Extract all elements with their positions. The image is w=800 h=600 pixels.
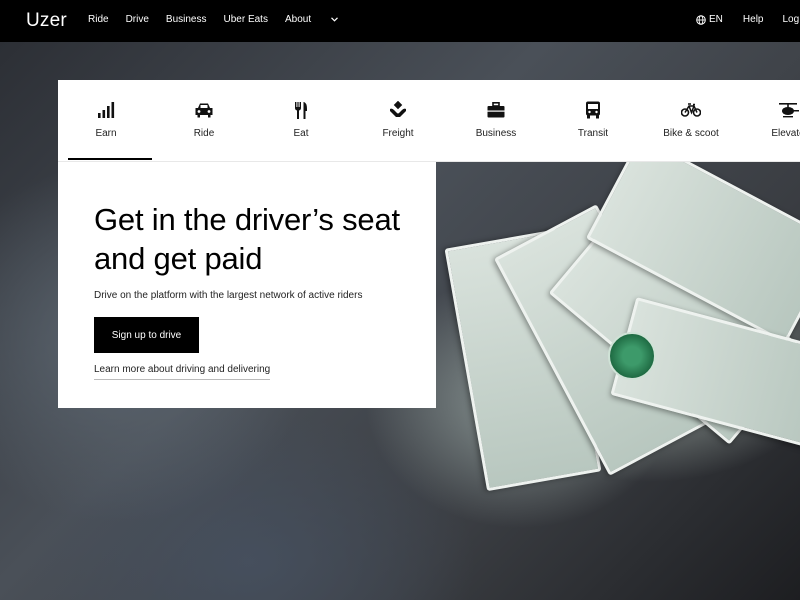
nav-link-business[interactable]: Business — [166, 14, 207, 25]
signal-bars-icon — [97, 100, 115, 120]
tab-label: Transit — [577, 128, 609, 139]
hero-card: Get in the driver’s seat and get paid Dr… — [58, 161, 436, 408]
tab-freight[interactable]: Freight — [353, 80, 443, 161]
hand-box-icon — [389, 100, 407, 120]
tab-earn[interactable]: Earn — [61, 80, 152, 161]
hero-subtext: Drive on the platform with the largest n… — [94, 290, 363, 301]
language-selector[interactable]: EN — [696, 14, 723, 25]
top-navigation: Uzer Ride Drive Business Uber Eats About… — [0, 0, 800, 42]
nav-about-label: About — [284, 14, 312, 25]
briefcase-icon — [487, 100, 505, 120]
banknote-seal — [608, 332, 656, 380]
learn-more-link[interactable]: Learn more about driving and delivering — [94, 364, 271, 380]
nav-link-drive[interactable]: Drive — [126, 14, 149, 25]
tab-transit[interactable]: Transit — [548, 80, 638, 161]
language-label: EN — [709, 14, 723, 25]
helicopter-icon — [777, 100, 799, 120]
brand-logo[interactable]: Uzer — [26, 10, 67, 32]
tab-label: Elevate — [771, 128, 800, 139]
tab-bike-scoot[interactable]: Bike & scoot — [646, 80, 736, 161]
tab-label: Business — [475, 128, 517, 139]
utensils-icon — [294, 100, 308, 120]
nav-link-ride[interactable]: Ride — [88, 14, 109, 25]
tab-label: Freight — [382, 128, 414, 139]
nav-about-dropdown[interactable]: About — [284, 14, 339, 25]
chevron-down-icon — [331, 17, 339, 22]
tab-business[interactable]: Business — [451, 80, 541, 161]
tab-label: Ride — [193, 128, 215, 139]
sign-up-to-drive-button[interactable]: Sign up to drive — [94, 317, 199, 353]
tab-label: Earn — [95, 128, 117, 139]
tab-eat[interactable]: Eat — [256, 80, 346, 161]
primary-nav: Ride Drive Business Uber Eats About — [88, 14, 355, 25]
hero-headline: Get in the driver’s seat and get paid — [94, 202, 400, 276]
help-link[interactable]: Help — [743, 14, 764, 25]
car-icon — [194, 100, 214, 120]
secondary-nav: EN Help Log — [696, 14, 799, 25]
bus-icon — [585, 100, 601, 120]
bike-icon — [681, 100, 701, 120]
tab-label: Bike & scoot — [663, 128, 719, 139]
login-link[interactable]: Log — [782, 14, 799, 25]
globe-icon — [696, 14, 706, 25]
category-tabs: Earn Ride Eat Freight Business Transit B… — [58, 80, 800, 162]
nav-link-uber-eats[interactable]: Uber Eats — [224, 14, 268, 25]
tab-label: Eat — [293, 128, 309, 139]
tab-elevate[interactable]: Elevate — [743, 80, 800, 161]
tab-ride[interactable]: Ride — [159, 80, 249, 161]
